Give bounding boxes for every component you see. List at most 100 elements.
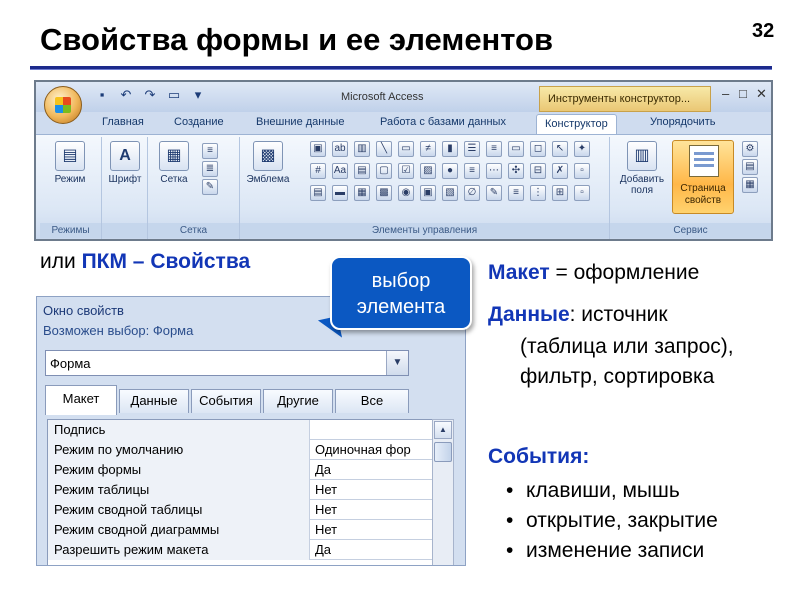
tab-database-tools[interactable]: Работа с базами данных xyxy=(380,116,506,128)
property-value[interactable]: Да xyxy=(310,540,436,560)
option-icon[interactable]: ◻ xyxy=(530,141,546,157)
property-value[interactable]: Нет xyxy=(310,480,436,500)
tab-control-icon[interactable]: ▥ xyxy=(354,141,370,157)
tab-external-data[interactable]: Внешние данные xyxy=(256,116,344,128)
property-row[interactable]: Режим сводной таблицы Нет xyxy=(48,500,436,520)
chart-icon[interactable]: ▮ xyxy=(442,141,458,157)
selection-type-label: Возможен выбор: Форма xyxy=(43,323,194,338)
date-time-icon[interactable]: ▣ xyxy=(310,141,326,157)
property-row[interactable]: Подпись xyxy=(48,420,436,440)
tab-all[interactable]: Все xyxy=(335,389,409,413)
emblem-button[interactable]: ▩ Эмблема xyxy=(246,141,290,185)
blank1-icon[interactable]: ▫ xyxy=(574,163,590,179)
bound-frame-icon[interactable]: ▣ xyxy=(420,185,436,201)
checkbox-icon[interactable]: ☑ xyxy=(398,163,414,179)
redo-icon[interactable]: ↷ xyxy=(140,87,160,103)
button-icon[interactable]: ▬ xyxy=(332,185,348,201)
property-row[interactable]: Режим таблицы Нет xyxy=(48,480,436,500)
select-icon[interactable]: ↖ xyxy=(552,141,568,157)
bound-icon[interactable]: ✣ xyxy=(508,163,524,179)
tab-order-icon[interactable]: ▤ xyxy=(742,159,758,175)
line-icon[interactable]: ╲ xyxy=(376,141,392,157)
save-icon[interactable]: ▪ xyxy=(92,87,112,103)
property-value[interactable] xyxy=(310,420,436,440)
property-grid-scrollbar[interactable]: ▲ xyxy=(432,419,454,565)
pen-icon[interactable]: ✎ xyxy=(486,185,502,201)
format2-icon[interactable]: ≡ xyxy=(464,163,480,179)
lines-icon[interactable]: ≡ xyxy=(508,185,524,201)
subform-icon[interactable]: ● xyxy=(442,163,458,179)
font-button-label: Шрифт xyxy=(108,174,142,185)
border-icon[interactable]: ▭ xyxy=(508,141,524,157)
radio-icon[interactable]: ◉ xyxy=(398,185,414,201)
property-row[interactable]: Режим формы Да xyxy=(48,460,436,480)
tab-arrange[interactable]: Упорядочить xyxy=(650,116,715,128)
grid-button[interactable]: ▦ Сетка xyxy=(152,141,196,185)
format-icon[interactable]: ≡ xyxy=(486,141,502,157)
combo-icon[interactable]: ▤ xyxy=(354,163,370,179)
property-value[interactable]: Да xyxy=(310,460,436,480)
font-button[interactable]: A Шрифт xyxy=(103,141,147,185)
property-name: Режим формы xyxy=(48,460,310,480)
tab-events[interactable]: События xyxy=(191,389,261,413)
listbox-icon[interactable]: ☰ xyxy=(464,141,480,157)
property-name: Разрешить режим макета xyxy=(48,540,310,560)
dotted-icon[interactable]: ⋮ xyxy=(530,185,546,201)
tab-data[interactable]: Данные xyxy=(119,389,189,413)
image-icon[interactable]: ▩ xyxy=(376,185,392,201)
tab-home[interactable]: Главная xyxy=(102,116,144,128)
object-selector-combo[interactable]: Форма ▼ xyxy=(45,350,409,376)
maximize-icon[interactable]: □ xyxy=(739,86,747,101)
add-fields-button[interactable]: ▥ Добавить поля xyxy=(616,141,668,196)
blank2-icon[interactable]: ▫ xyxy=(574,185,590,201)
scroll-thumb[interactable] xyxy=(434,442,452,462)
layout-note: Макет = оформление xyxy=(488,258,699,288)
tab-create[interactable]: Создание xyxy=(174,116,224,128)
property-value[interactable]: Нет xyxy=(310,500,436,520)
code-icon[interactable]: ⚙ xyxy=(742,141,758,157)
close-icon[interactable]: ✕ xyxy=(756,86,767,102)
rect-icon[interactable]: ▢ xyxy=(376,163,392,179)
property-row[interactable]: Режим сводной диаграммы Нет xyxy=(48,520,436,540)
scroll-up-icon[interactable]: ▲ xyxy=(434,421,452,439)
line-style-icon[interactable]: ≡ xyxy=(202,143,218,159)
frame-icon[interactable]: ▨ xyxy=(420,163,436,179)
macro-icon[interactable]: ▦ xyxy=(742,177,758,193)
activex-icon[interactable]: ⊞ xyxy=(552,185,568,201)
property-value[interactable]: Одиночная фор xyxy=(310,440,436,460)
tab-design[interactable]: Конструктор xyxy=(536,114,617,136)
property-value[interactable]: Нет xyxy=(310,520,436,540)
property-sheet-icon xyxy=(689,145,719,177)
page-break-icon[interactable]: ▭ xyxy=(398,141,414,157)
object-selector-value: Форма xyxy=(50,356,91,371)
wizard-icon[interactable]: ✦ xyxy=(574,141,590,157)
qat-dropdown-icon[interactable]: ▾ xyxy=(188,87,208,103)
property-row[interactable]: Разрешить режим макета Да xyxy=(48,540,436,560)
line-width-icon[interactable]: ≣ xyxy=(202,161,218,177)
textbox-icon[interactable]: ab xyxy=(332,141,348,157)
dots-icon[interactable]: ⋯ xyxy=(486,163,502,179)
page-number-icon[interactable]: ▤ xyxy=(310,185,326,201)
office-button-icon[interactable] xyxy=(44,86,82,124)
ribbon-tabs: Главная Создание Внешние данные Работа с… xyxy=(36,112,771,159)
picture-icon[interactable]: ▧ xyxy=(442,185,458,201)
chevron-down-icon[interactable]: ▼ xyxy=(386,351,408,375)
layout-description: = оформление xyxy=(549,261,700,284)
tab-other[interactable]: Другие xyxy=(263,389,333,413)
list-icon[interactable]: ▦ xyxy=(354,185,370,201)
property-sheet-button[interactable]: Страница свойств xyxy=(672,140,734,214)
number-icon[interactable]: # xyxy=(310,163,326,179)
toggle-icon[interactable]: ≠ xyxy=(420,141,436,157)
folder-icon[interactable]: ▭ xyxy=(164,87,184,103)
ruler-icon[interactable]: ⊟ xyxy=(530,163,546,179)
label-icon[interactable]: Aa xyxy=(332,163,348,179)
x-icon[interactable]: ✗ xyxy=(552,163,568,179)
property-row[interactable]: Режим по умолчанию Одиночная фор xyxy=(48,440,436,460)
tab-layout[interactable]: Макет xyxy=(45,385,117,415)
undo-icon[interactable]: ↶ xyxy=(116,87,136,103)
line-color-icon[interactable]: ✎ xyxy=(202,179,218,195)
attach-icon[interactable]: ∅ xyxy=(464,185,480,201)
grid-icon: ▦ xyxy=(159,141,189,171)
minimize-icon[interactable]: – xyxy=(722,86,729,101)
mode-button[interactable]: ▤ Режим xyxy=(48,141,92,185)
